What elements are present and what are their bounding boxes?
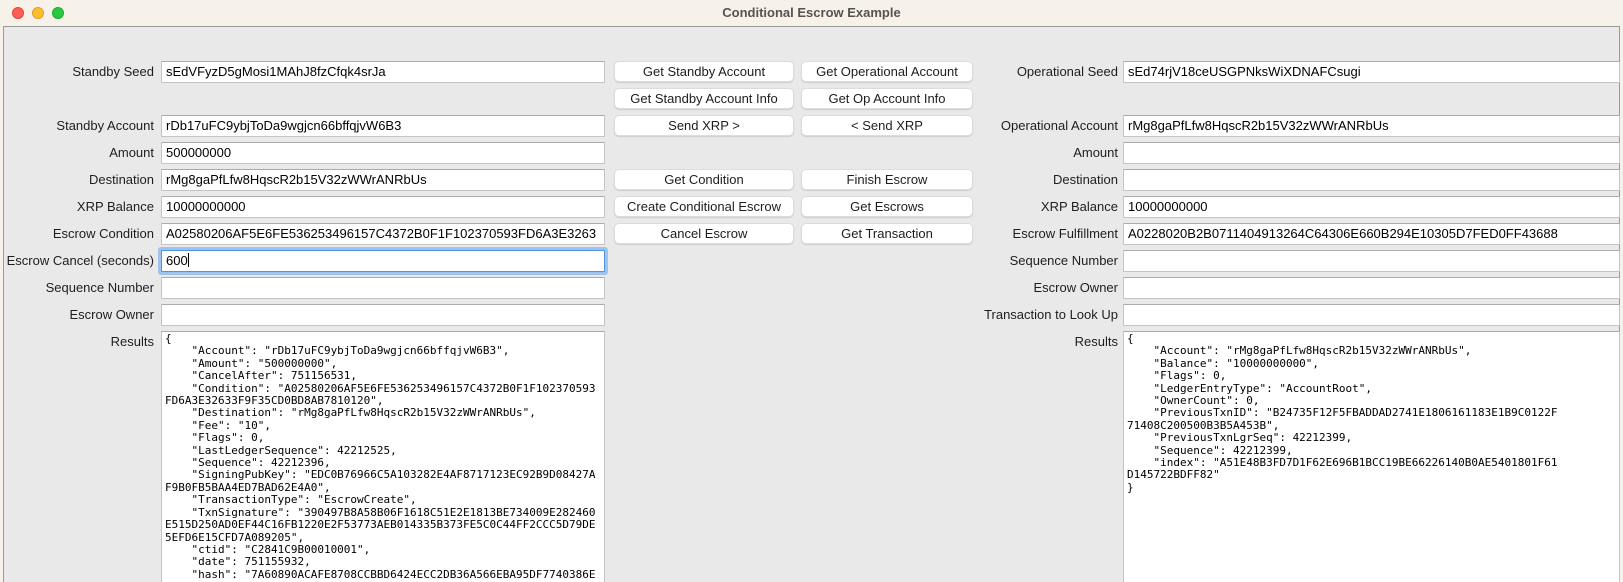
send-xrp-right-button[interactable]: Send XRP > bbox=[614, 115, 794, 136]
operational-destination-field[interactable] bbox=[1123, 169, 1620, 191]
standby-destination-field[interactable]: rMg8gaPfLfw8HqscR2b15V32zWWrANRbUs bbox=[161, 169, 605, 191]
standby-xrp-balance-label: XRP Balance bbox=[4, 196, 154, 218]
operational-seed-field[interactable]: sEd74rjV18ceUSGPNksWiXDNAFCsugi bbox=[1123, 61, 1620, 83]
get-op-account-info-button[interactable]: Get Op Account Info bbox=[801, 88, 973, 109]
operational-seed-label: Operational Seed bbox=[934, 61, 1118, 83]
cancel-escrow-button[interactable]: Cancel Escrow bbox=[614, 223, 794, 244]
standby-seed-field[interactable]: sEdVFyzD5gMosi1MAhJ8fzCfqk4srJa bbox=[161, 61, 605, 83]
operational-xrp-balance-label: XRP Balance bbox=[934, 196, 1118, 218]
standby-account-field[interactable]: rDb17uFC9ybjToDa9wgjcn66bffqjvW6B3 bbox=[161, 115, 605, 137]
operational-escrow-owner-label: Escrow Owner bbox=[934, 277, 1118, 299]
escrow-fulfillment-field[interactable]: A0228020B2B0711404913264C64306E660B294E1… bbox=[1123, 223, 1620, 245]
get-standby-account-info-button[interactable]: Get Standby Account Info bbox=[614, 88, 794, 109]
escrow-cancel-seconds-label: Escrow Cancel (seconds) bbox=[4, 250, 154, 272]
text-caret bbox=[188, 253, 189, 267]
standby-escrow-owner-field[interactable] bbox=[161, 304, 605, 326]
standby-xrp-balance-field[interactable]: 10000000000 bbox=[161, 196, 605, 218]
escrow-fulfillment-label: Escrow Fulfillment bbox=[934, 223, 1118, 245]
standby-results-box[interactable]: { "Account": "rDb17uFC9ybjToDa9wgjcn66bf… bbox=[161, 331, 605, 582]
operational-sequence-number-field[interactable] bbox=[1123, 250, 1620, 272]
get-standby-account-button[interactable]: Get Standby Account bbox=[614, 61, 794, 82]
standby-account-label: Standby Account bbox=[4, 115, 154, 137]
standby-destination-label: Destination bbox=[4, 169, 154, 191]
titlebar: Conditional Escrow Example bbox=[0, 0, 1623, 26]
standby-amount-field[interactable]: 500000000 bbox=[161, 142, 605, 164]
operational-amount-field[interactable] bbox=[1123, 142, 1620, 164]
get-condition-button[interactable]: Get Condition bbox=[614, 169, 794, 190]
operational-account-label: Operational Account bbox=[934, 115, 1118, 137]
operational-results-label: Results bbox=[934, 331, 1118, 353]
escrow-cancel-seconds-value: 600 bbox=[166, 253, 188, 268]
standby-amount-label: Amount bbox=[4, 142, 154, 164]
escrow-condition-field[interactable]: A02580206AF5E6FE536253496157C4372B0F1F10… bbox=[161, 223, 605, 245]
standby-sequence-number-label: Sequence Number bbox=[4, 277, 154, 299]
transaction-to-look-up-label: Transaction to Look Up bbox=[934, 304, 1118, 326]
window-title: Conditional Escrow Example bbox=[0, 0, 1623, 26]
standby-escrow-owner-label: Escrow Owner bbox=[4, 304, 154, 326]
standby-sequence-number-field[interactable] bbox=[161, 277, 605, 299]
operational-results-box[interactable]: { "Account": "rMg8gaPfLfw8HqscR2b15V32zW… bbox=[1123, 331, 1620, 582]
escrow-condition-label: Escrow Condition bbox=[4, 223, 154, 245]
content-area: Standby Seed sEdVFyzD5gMosi1MAhJ8fzCfqk4… bbox=[3, 26, 1620, 582]
operational-destination-label: Destination bbox=[934, 169, 1118, 191]
operational-xrp-balance-field[interactable]: 10000000000 bbox=[1123, 196, 1620, 218]
escrow-cancel-seconds-field[interactable]: 600 bbox=[161, 250, 605, 272]
standby-results-label: Results bbox=[4, 331, 154, 353]
standby-seed-label: Standby Seed bbox=[4, 61, 154, 83]
transaction-to-look-up-field[interactable] bbox=[1123, 304, 1620, 326]
operational-sequence-number-label: Sequence Number bbox=[934, 250, 1118, 272]
operational-amount-label: Amount bbox=[934, 142, 1118, 164]
app-window: Conditional Escrow Example Standby Seed … bbox=[0, 0, 1623, 582]
operational-account-field[interactable]: rMg8gaPfLfw8HqscR2b15V32zWWrANRbUs bbox=[1123, 115, 1620, 137]
create-conditional-escrow-button[interactable]: Create Conditional Escrow bbox=[614, 196, 794, 217]
operational-escrow-owner-field[interactable] bbox=[1123, 277, 1620, 299]
